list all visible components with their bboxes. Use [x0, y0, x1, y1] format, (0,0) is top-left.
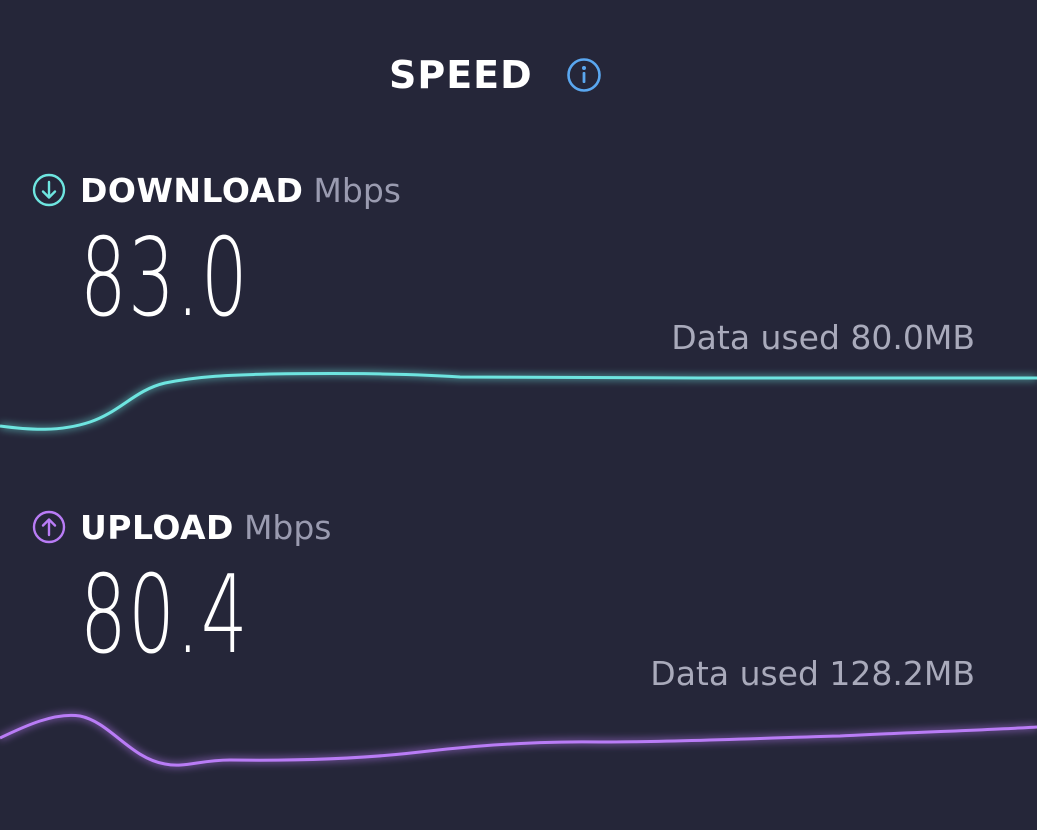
download-graph-line	[0, 371, 1037, 431]
upload-unit: Mbps	[243, 507, 332, 547]
upload-label-row: UPLOAD Mbps	[32, 507, 332, 547]
arrow-up-circle-icon	[32, 510, 66, 544]
upload-graph	[0, 713, 1037, 767]
upload-label: UPLOAD	[80, 507, 234, 547]
upload-graph-line	[0, 713, 1037, 767]
speed-title: SPEED	[389, 53, 533, 97]
upload-data-used: Data used 128.2MB	[650, 654, 975, 693]
download-value: 83.0	[80, 216, 249, 341]
download-unit: Mbps	[313, 170, 401, 210]
download-label-row: DOWNLOAD Mbps	[32, 170, 401, 210]
download-label: DOWNLOAD	[80, 170, 304, 210]
info-icon[interactable]	[566, 57, 602, 93]
download-graph	[0, 371, 1037, 431]
speed-header: SPEED	[0, 50, 1037, 100]
upload-value: 80.4	[80, 553, 249, 678]
arrow-down-circle-icon	[32, 173, 66, 207]
